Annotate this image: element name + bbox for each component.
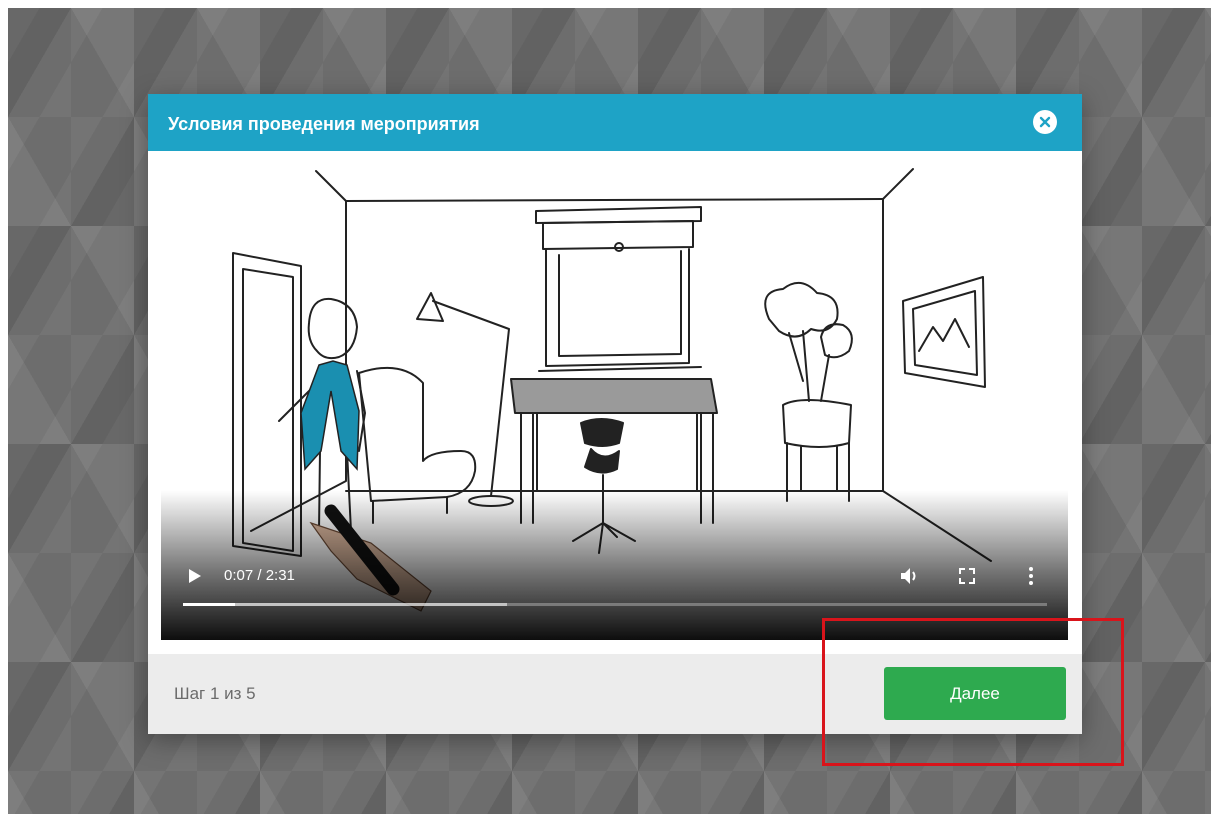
modal-header: Условия проведения мероприятия <box>148 94 1082 151</box>
close-icon <box>1034 111 1056 133</box>
play-icon <box>189 569 201 583</box>
video-progress-bar[interactable] <box>183 603 1047 606</box>
play-button[interactable] <box>185 567 203 585</box>
step-indicator: Шаг 1 из 5 <box>174 684 256 703</box>
video-player[interactable]: 0:07 / 2:31 <box>161 151 1068 640</box>
video-time: 0:07 / 2:31 <box>224 567 295 584</box>
volume-button[interactable] <box>899 566 921 586</box>
volume-icon <box>901 568 916 584</box>
fullscreen-icon <box>959 568 975 584</box>
modal-title: Условия проведения мероприятия <box>168 114 480 134</box>
more-vert-icon <box>1029 567 1033 585</box>
close-button[interactable] <box>1033 110 1057 134</box>
progress-played <box>183 603 235 606</box>
highlight-annotation <box>822 618 1124 766</box>
fullscreen-button[interactable] <box>958 567 976 585</box>
more-options-button[interactable] <box>1027 565 1035 587</box>
